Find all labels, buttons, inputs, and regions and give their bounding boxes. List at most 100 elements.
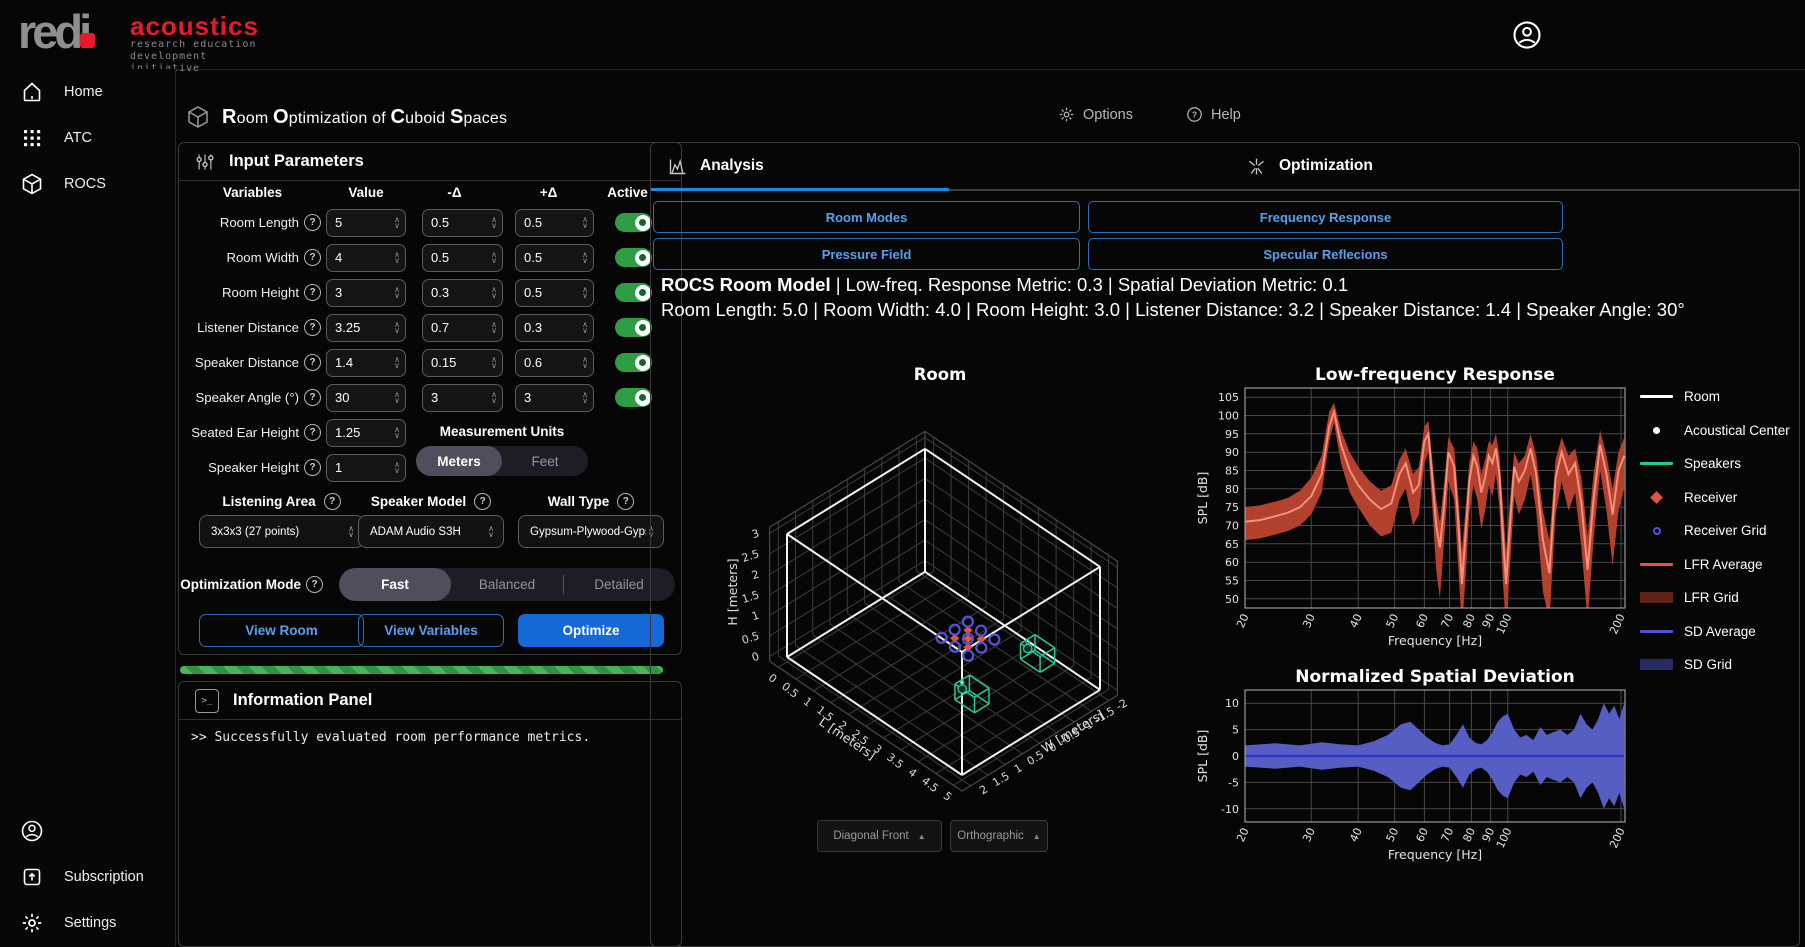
active-toggle[interactable] bbox=[615, 248, 652, 267]
view-room-button[interactable]: View Room bbox=[199, 614, 364, 647]
value-input[interactable]: 5∧∨ bbox=[326, 209, 406, 237]
legend-label: Receiver Grid bbox=[1684, 523, 1767, 538]
sidebar-account-item[interactable] bbox=[0, 808, 175, 854]
svg-text:200: 200 bbox=[1607, 826, 1628, 851]
spinner-arrows-icon[interactable]: ∧∨ bbox=[394, 217, 400, 229]
svg-text:40: 40 bbox=[1347, 612, 1365, 630]
spinner-arrows-icon[interactable]: ∧∨ bbox=[582, 217, 588, 229]
spinner-arrows-icon[interactable]: ∧∨ bbox=[491, 392, 497, 404]
speaker-model-select[interactable]: ADAM Audio S3H∧∨ bbox=[358, 515, 504, 548]
active-toggle[interactable] bbox=[615, 213, 652, 232]
room-modes-button[interactable]: Room Modes bbox=[653, 201, 1080, 233]
spinner-arrows-icon[interactable]: ∧∨ bbox=[491, 217, 497, 229]
help-circle-icon[interactable]: ? bbox=[304, 214, 321, 231]
active-toggle[interactable] bbox=[615, 283, 652, 302]
plus-delta-input[interactable]: 3∧∨ bbox=[515, 384, 594, 412]
plus-delta-input[interactable]: 0.5∧∨ bbox=[515, 209, 594, 237]
minus-delta-input[interactable]: 0.15∧∨ bbox=[422, 349, 503, 377]
value-input[interactable]: 30∧∨ bbox=[326, 384, 406, 412]
tab-optimization-label: Optimization bbox=[1279, 157, 1373, 175]
value-input[interactable]: 1∧∨ bbox=[326, 454, 406, 482]
spinner-arrows-icon[interactable]: ∧∨ bbox=[394, 392, 400, 404]
minus-delta-input[interactable]: 0.3∧∨ bbox=[422, 279, 503, 307]
legend-label: SD Grid bbox=[1684, 657, 1732, 672]
help-circle-icon[interactable]: ? bbox=[304, 284, 321, 301]
spinner-arrows-icon[interactable]: ∧∨ bbox=[394, 357, 400, 369]
optimize-button[interactable]: Optimize bbox=[518, 614, 664, 647]
unit-option-meters[interactable]: Meters bbox=[416, 446, 502, 476]
spinner-arrows-icon[interactable]: ∧∨ bbox=[394, 252, 400, 264]
active-toggle[interactable] bbox=[615, 388, 652, 407]
spinner-arrows-icon[interactable]: ∧∨ bbox=[394, 427, 400, 439]
help-circle-icon[interactable]: ? bbox=[304, 249, 321, 266]
plus-delta-input[interactable]: 0.3∧∨ bbox=[515, 314, 594, 342]
value-input[interactable]: 1.4∧∨ bbox=[326, 349, 406, 377]
legend-swatch-diamond bbox=[1640, 493, 1673, 502]
spinner-arrows-icon[interactable]: ∧∨ bbox=[582, 287, 588, 299]
optimization-mode-segmented[interactable]: FastBalancedDetailed bbox=[339, 568, 675, 601]
spinner-arrows-icon[interactable]: ∧∨ bbox=[491, 252, 497, 264]
sidebar-item-subscription[interactable]: Subscription bbox=[0, 854, 175, 900]
help-circle-icon[interactable]: ? bbox=[306, 576, 323, 593]
mode-option-fast[interactable]: Fast bbox=[339, 568, 451, 601]
projection-select[interactable]: Orthographic▲ bbox=[950, 820, 1048, 852]
frequency-response-button[interactable]: Frequency Response bbox=[1088, 201, 1563, 233]
spinner-arrows-icon[interactable]: ∧∨ bbox=[394, 322, 400, 334]
table-column-headers: VariablesValue-Δ+ΔActive bbox=[179, 185, 681, 200]
units-segmented-control[interactable]: MetersFeet bbox=[416, 446, 588, 476]
sidebar-item-rocs[interactable]: ROCS bbox=[0, 161, 175, 207]
sidebar-item-atc[interactable]: ATC bbox=[0, 115, 175, 161]
help-circle-icon[interactable]: ? bbox=[324, 493, 341, 510]
wall-type-select[interactable]: Gypsum-Plywood-Gypsum∧∨ bbox=[518, 515, 664, 548]
listening-area-select[interactable]: 3x3x3 (27 points)∧∨ bbox=[199, 515, 364, 548]
value-input[interactable]: 3∧∨ bbox=[326, 279, 406, 307]
value-input[interactable]: 3.25∧∨ bbox=[326, 314, 406, 342]
minus-delta-input[interactable]: 0.5∧∨ bbox=[422, 209, 503, 237]
help-circle-icon[interactable]: ? bbox=[304, 319, 321, 336]
help-circle-icon[interactable]: ? bbox=[304, 424, 321, 441]
plus-delta-input[interactable]: 0.5∧∨ bbox=[515, 279, 594, 307]
help-circle-icon[interactable]: ? bbox=[617, 493, 634, 510]
minus-delta-input[interactable]: 0.5∧∨ bbox=[422, 244, 503, 272]
spinner-arrows-icon[interactable]: ∧∨ bbox=[491, 357, 497, 369]
value-input[interactable]: 1.25 ∧∨ bbox=[326, 419, 406, 447]
specular-reflecions-button[interactable]: Specular Reflecions bbox=[1088, 238, 1563, 270]
unit-option-feet[interactable]: Feet bbox=[502, 446, 588, 476]
active-toggle[interactable] bbox=[615, 318, 652, 337]
input-value: 1.25 bbox=[335, 425, 360, 440]
view-variables-button[interactable]: View Variables bbox=[358, 614, 504, 647]
legend-swatch-line bbox=[1640, 395, 1673, 398]
spinner-arrows-icon[interactable]: ∧∨ bbox=[491, 322, 497, 334]
sidebar-item-home[interactable]: Home bbox=[0, 69, 175, 115]
value-input[interactable]: 4∧∨ bbox=[326, 244, 406, 272]
help-circle-icon[interactable]: ? bbox=[474, 493, 491, 510]
help-circle-icon[interactable]: ? bbox=[304, 459, 321, 476]
mode-option-balanced[interactable]: Balanced bbox=[451, 568, 563, 601]
param-label: Seated Ear Height bbox=[183, 425, 299, 440]
spinner-arrows-icon[interactable]: ∧∨ bbox=[394, 287, 400, 299]
select-value: 3x3x3 (27 points) bbox=[211, 526, 299, 538]
account-circle-icon[interactable] bbox=[1512, 20, 1542, 50]
view-angle-select[interactable]: Diagonal Front▲ bbox=[817, 820, 942, 852]
tab-optimization[interactable]: Optimization bbox=[1246, 143, 1373, 189]
unfold-arrows-icon: ∧∨ bbox=[486, 526, 496, 538]
spinner-arrows-icon[interactable]: ∧∨ bbox=[491, 287, 497, 299]
pressure-field-button[interactable]: Pressure Field bbox=[653, 238, 1080, 270]
active-toggle[interactable] bbox=[615, 353, 652, 372]
help-circle-icon[interactable]: ? bbox=[304, 354, 321, 371]
help-circle-icon[interactable]: ? bbox=[304, 389, 321, 406]
minus-delta-input[interactable]: 3∧∨ bbox=[422, 384, 503, 412]
minus-delta-input[interactable]: 0.7∧∨ bbox=[422, 314, 503, 342]
plus-delta-input[interactable]: 0.5∧∨ bbox=[515, 244, 594, 272]
spinner-arrows-icon[interactable]: ∧∨ bbox=[582, 322, 588, 334]
toggle-knob bbox=[635, 285, 651, 301]
help-button[interactable]: ? Help bbox=[1186, 106, 1241, 123]
tab-analysis[interactable]: Analysis bbox=[667, 143, 764, 189]
spinner-arrows-icon[interactable]: ∧∨ bbox=[582, 252, 588, 264]
options-button[interactable]: Options bbox=[1058, 106, 1133, 123]
spinner-arrows-icon[interactable]: ∧∨ bbox=[394, 462, 400, 474]
spinner-arrows-icon[interactable]: ∧∨ bbox=[582, 357, 588, 369]
plus-delta-input[interactable]: 0.6∧∨ bbox=[515, 349, 594, 377]
spinner-arrows-icon[interactable]: ∧∨ bbox=[582, 392, 588, 404]
sidebar-item-settings[interactable]: Settings bbox=[0, 900, 175, 946]
